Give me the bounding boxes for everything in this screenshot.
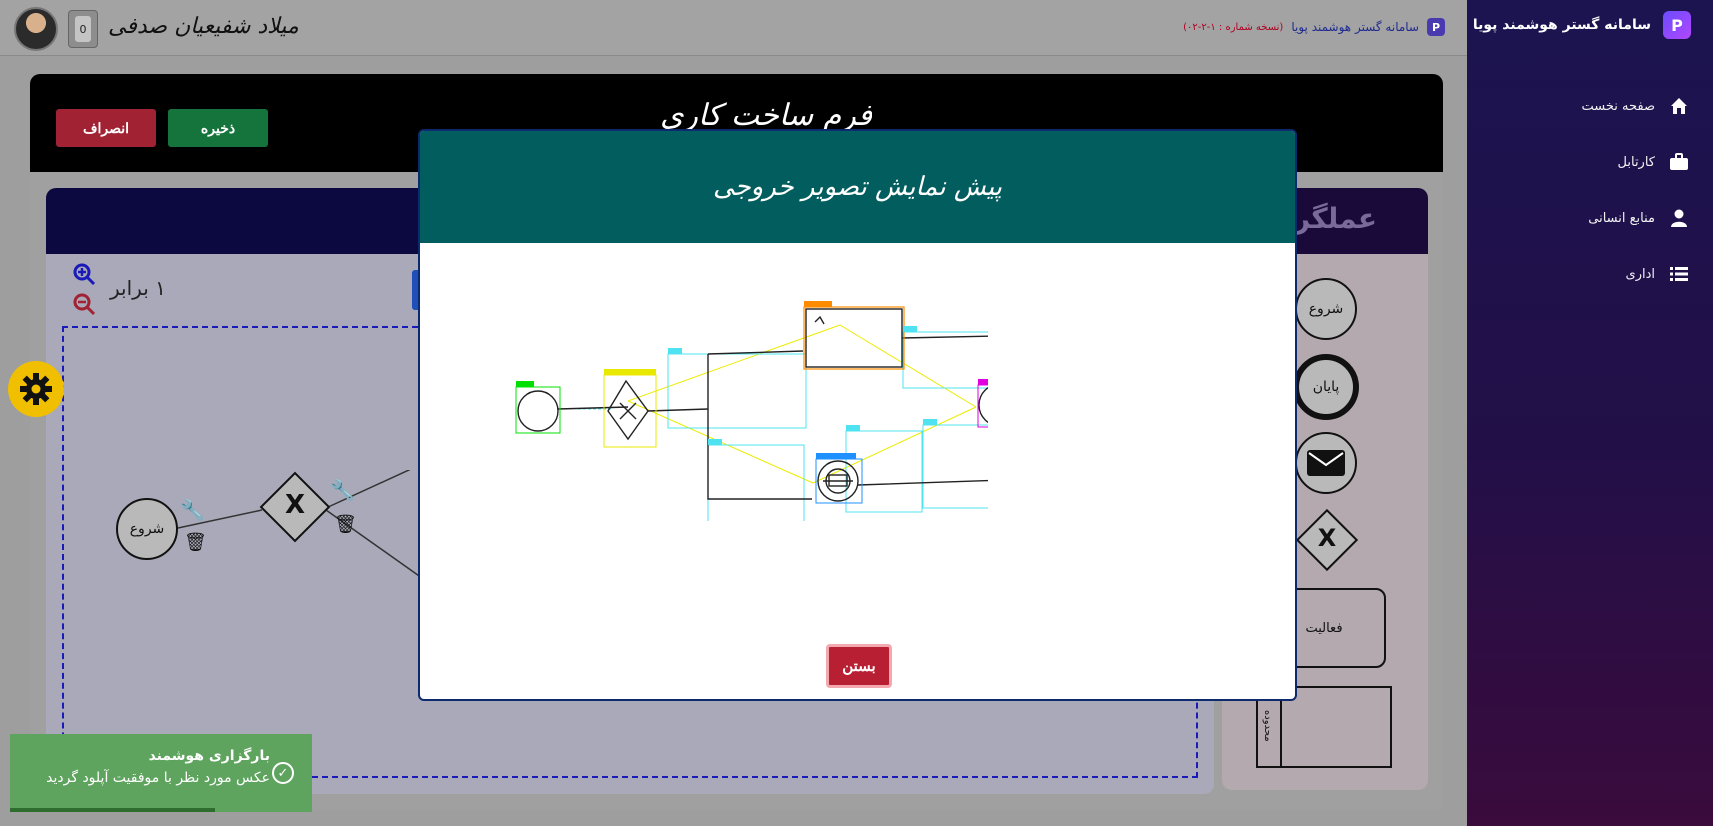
wrench-icon[interactable]: 🔧 [180, 498, 205, 522]
close-button[interactable]: بستن [826, 644, 892, 688]
trash-icon[interactable]: 🗑 [334, 514, 357, 535]
settings-gear-button[interactable] [8, 361, 64, 417]
top-brand-title: سامانه گستر هوشمند پویا [1291, 20, 1419, 34]
toast-message: عکس مورد نظر با موفقیت آپلود گردید [46, 770, 270, 786]
zoom-out-icon[interactable] [72, 292, 96, 316]
list-icon [1669, 264, 1689, 284]
tool-end-event[interactable]: پایان [1293, 354, 1359, 420]
top-bar: 0 میلاد شفیعیان صدفی P سامانه گستر هوشمن… [0, 0, 1467, 56]
sidebar-item-label: صفحه نخست [1581, 98, 1655, 114]
modal-title: پیش نمایش تصویر خروجی [712, 172, 1003, 202]
upload-toast[interactable]: بارگزاری هوشمند عکس مورد نظر با موفقیت آ… [10, 734, 312, 812]
mini-logo-icon: P [1427, 18, 1445, 36]
toast-title: بارگزاری هوشمند [148, 748, 270, 764]
toolbox-title: عملگر [1294, 202, 1378, 235]
sidebar-item-home[interactable]: صفحه نخست [1467, 78, 1713, 134]
version-label: (نسخه شماره : ۱-۲-۰۲) [1183, 21, 1284, 33]
trash-icon[interactable]: 🗑 [184, 532, 207, 553]
avatar[interactable] [14, 7, 58, 51]
sidebar-item-cartable[interactable]: کارتابل [1467, 134, 1713, 190]
user-name: میلاد شفیعیان صدفی [108, 14, 299, 39]
tool-start-label: شروع [1308, 301, 1344, 317]
envelope-icon [1307, 450, 1345, 476]
sidebar-item-admin[interactable]: اداری [1467, 246, 1713, 302]
preview-image [478, 291, 1025, 523]
tool-message-event[interactable] [1295, 432, 1357, 494]
sidebar-nav: صفحه نخست کارتابل منابع انسانی اداری [1467, 78, 1713, 302]
preview-modal: پیش نمایش تصویر خروجی بستن [418, 129, 1297, 701]
tool-activity-label: فعالیت [1305, 620, 1343, 636]
form-title: فرم ساخت کاری [660, 98, 873, 132]
zoom-level-label: ۱ برابر [110, 276, 166, 300]
user-icon [1669, 208, 1689, 228]
sidebar-item-hr[interactable]: منابع انسانی [1467, 190, 1713, 246]
sidebar-item-label: منابع انسانی [1588, 210, 1655, 226]
notification-button[interactable]: 0 [68, 10, 98, 48]
cancel-button[interactable]: انصراف [56, 109, 156, 147]
check-circle-icon: ✓ [272, 762, 294, 784]
toast-progress-bar [10, 808, 216, 812]
tool-end-label: پایان [1312, 379, 1340, 395]
tool-gateway-label: X [1317, 524, 1337, 552]
canvas-start-label: شروع [129, 521, 165, 537]
modal-header: پیش نمایش تصویر خروجی [420, 131, 1295, 243]
sidebar-brand[interactable]: سامانه گستر هوشمند پویا P [1467, 0, 1713, 50]
gear-icon [20, 373, 52, 405]
tool-pool-label: محدوده [1262, 710, 1273, 742]
sidebar-item-label: اداری [1625, 266, 1655, 282]
canvas-gateway-label: X [284, 490, 306, 520]
zoom-in-icon[interactable] [72, 262, 96, 286]
top-brand: P سامانه گستر هوشمند پویا (نسخه شماره : … [1183, 18, 1445, 36]
save-button[interactable]: ذخیره [168, 109, 268, 147]
sidebar-item-label: کارتابل [1617, 154, 1655, 170]
canvas-start-event[interactable]: شروع [116, 498, 178, 560]
notification-count: 0 [75, 16, 91, 42]
sidebar: سامانه گستر هوشمند پویا P صفحه نخست کارت… [1467, 0, 1713, 826]
wrench-icon[interactable]: 🔧 [330, 478, 355, 502]
tool-start-event[interactable]: شروع [1295, 278, 1357, 340]
home-icon [1669, 96, 1689, 116]
sidebar-brand-title: سامانه گستر هوشمند پویا [1472, 17, 1651, 33]
briefcase-icon [1669, 152, 1689, 172]
app-logo: P [1663, 11, 1691, 39]
